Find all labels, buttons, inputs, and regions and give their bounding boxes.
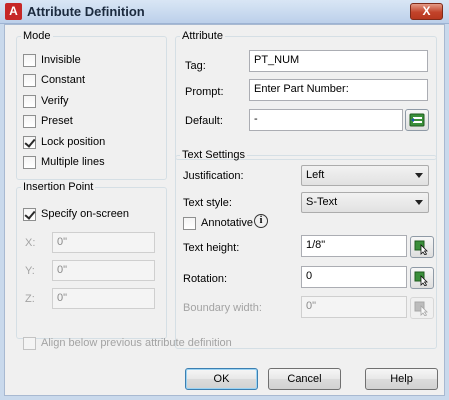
title-bar: A Attribute Definition X	[0, 0, 449, 24]
invisible-label: Invisible	[41, 54, 81, 66]
window-title: Attribute Definition	[27, 4, 145, 19]
invisible-checkbox[interactable]: Invisible	[23, 53, 81, 67]
autocad-logo-icon: A	[5, 3, 22, 20]
constant-label: Constant	[41, 74, 86, 86]
multiple-lines-checkbox[interactable]: Multiple lines	[23, 155, 105, 169]
insert-field-button[interactable]	[405, 109, 429, 131]
tag-label: Tag:	[185, 60, 206, 72]
align-below-checkbox[interactable]: Align below previous attribute definitio…	[23, 336, 232, 350]
ok-button[interactable]: OK	[185, 368, 258, 390]
insert-field-icon	[409, 113, 425, 127]
y-label: Y:	[25, 265, 35, 277]
x-field[interactable]: 0"	[52, 232, 155, 253]
insertion-point-legend: Insertion Point	[23, 181, 94, 193]
text-height-field[interactable]: 1/8"	[301, 235, 407, 257]
pick-point-icon	[414, 301, 428, 316]
specify-on-screen-label: Specify on-screen	[41, 208, 130, 220]
specify-on-screen-checkbox[interactable]: Specify on-screen	[23, 207, 129, 221]
align-below-check-box[interactable]	[23, 336, 36, 350]
justification-label: Justification:	[183, 170, 244, 182]
rotation-field[interactable]: 0	[301, 266, 407, 288]
pick-point-icon	[414, 240, 428, 255]
annotative-check-box[interactable]	[183, 216, 196, 230]
info-icon[interactable]: i	[254, 214, 268, 228]
boundary-width-field[interactable]: 0"	[301, 296, 407, 318]
y-field[interactable]: 0"	[52, 260, 155, 281]
help-button[interactable]: Help	[365, 368, 438, 390]
align-below-label: Align below previous attribute definitio…	[41, 337, 232, 349]
close-icon: X	[422, 4, 431, 18]
rotation-pick-button[interactable]	[410, 267, 434, 289]
invisible-check-box[interactable]	[23, 53, 36, 67]
default-label: Default:	[185, 115, 223, 127]
prompt-field[interactable]: Enter Part Number:	[249, 79, 428, 101]
dialog-body: Mode Invisible Constant Verify Preset Lo…	[4, 24, 445, 396]
rotation-label: Rotation:	[183, 273, 228, 285]
x-label: X:	[25, 237, 36, 249]
text-style-select[interactable]: S-Text	[301, 192, 429, 213]
lock-position-check-box[interactable]	[23, 135, 36, 149]
tag-field[interactable]: PT_NUM	[249, 50, 428, 72]
chevron-down-icon	[415, 200, 423, 205]
annotative-label: Annotative	[201, 217, 253, 229]
boundary-width-pick-button[interactable]	[410, 297, 434, 319]
preset-check-box[interactable]	[23, 114, 36, 128]
justification-select[interactable]: Left	[301, 165, 429, 186]
multiple-lines-label: Multiple lines	[41, 156, 105, 168]
text-style-value: S-Text	[306, 196, 338, 208]
lock-position-checkbox[interactable]: Lock position	[23, 135, 105, 149]
mode-legend: Mode	[23, 30, 51, 42]
lock-position-label: Lock position	[41, 136, 106, 148]
preset-label: Preset	[41, 115, 73, 127]
z-field[interactable]: 0"	[52, 288, 155, 309]
close-button[interactable]: X	[410, 3, 443, 20]
verify-check-box[interactable]	[23, 94, 36, 108]
constant-checkbox[interactable]: Constant	[23, 73, 85, 87]
attribute-legend: Attribute	[182, 30, 223, 42]
justification-value: Left	[306, 169, 325, 181]
z-label: Z:	[25, 293, 35, 305]
boundary-width-label: Boundary width:	[183, 302, 262, 314]
constant-check-box[interactable]	[23, 73, 36, 87]
verify-label: Verify	[41, 95, 69, 107]
chevron-down-icon	[415, 173, 423, 178]
text-settings-legend: Text Settings	[182, 149, 245, 161]
text-height-label: Text height:	[183, 242, 240, 254]
specify-on-screen-check-box[interactable]	[23, 207, 36, 221]
verify-checkbox[interactable]: Verify	[23, 94, 69, 108]
prompt-label: Prompt:	[185, 86, 224, 98]
multiple-lines-check-box[interactable]	[23, 155, 36, 169]
text-height-pick-button[interactable]	[410, 236, 434, 258]
cancel-button[interactable]: Cancel	[268, 368, 341, 390]
default-field[interactable]: -	[249, 109, 403, 131]
pick-point-icon	[414, 271, 428, 286]
text-style-label: Text style:	[183, 197, 232, 209]
annotative-checkbox[interactable]: Annotative	[183, 216, 253, 230]
preset-checkbox[interactable]: Preset	[23, 114, 73, 128]
